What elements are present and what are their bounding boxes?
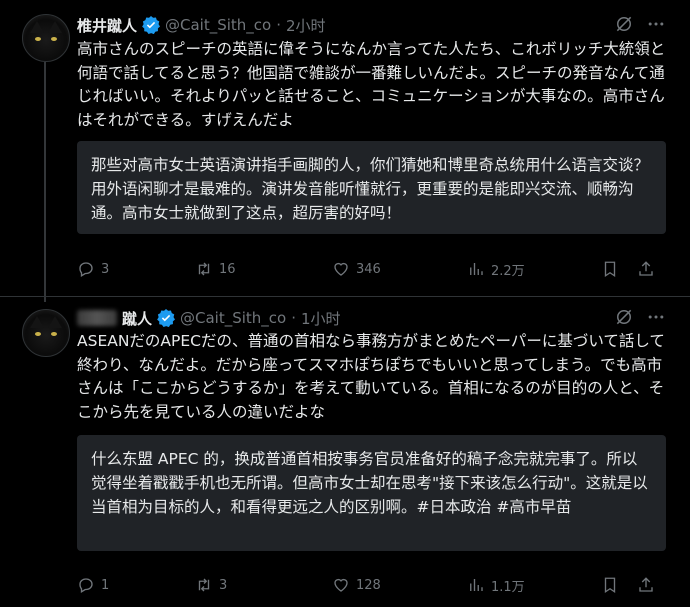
verified-badge-icon <box>157 309 176 327</box>
like-button[interactable]: 346 <box>332 260 467 278</box>
reply-count: 3 <box>101 261 110 277</box>
author-name[interactable]: 蹴人 <box>122 308 152 329</box>
author-handle[interactable]: @Cait_Sith_co <box>180 309 286 327</box>
like-count: 128 <box>356 577 381 593</box>
thread-line <box>44 62 46 302</box>
translation-box: 什么东盟 APEC 的，换成普通首相按事务官员准备好的稿子念完就完事了。所以觉得… <box>77 435 666 551</box>
like-count: 346 <box>356 261 381 277</box>
repost-icon <box>198 578 210 592</box>
repost-count: 16 <box>219 261 236 277</box>
avatar[interactable] <box>22 14 70 62</box>
share-icon[interactable] <box>637 576 655 594</box>
tweet-text: 高市さんのスピーチの英語に偉そうになんか言ってた人たち、これボリッチ大統領と何語… <box>77 40 666 129</box>
repost-button[interactable]: 16 <box>195 260 332 278</box>
reply-button[interactable]: 1 <box>77 576 195 594</box>
reply-count: 1 <box>101 577 110 593</box>
avatar[interactable] <box>22 309 70 357</box>
heart-icon <box>334 262 348 276</box>
share-icon[interactable] <box>637 260 655 278</box>
like-button[interactable]: 128 <box>332 576 467 594</box>
views-chart-icon <box>470 579 483 591</box>
views-chart-icon <box>470 263 483 275</box>
tweet-header: 椎井蹴人 @Cait_Sith_co · 2小时 <box>77 13 326 37</box>
bookmark-icon[interactable] <box>601 576 619 594</box>
verified-badge-icon <box>142 16 161 34</box>
more-options-icon[interactable] <box>646 14 666 34</box>
heart-icon <box>334 578 348 592</box>
reply-icon <box>79 262 93 277</box>
timestamp[interactable]: 2小时 <box>286 15 326 36</box>
tweet-2[interactable]: 蹴人 @Cait_Sith_co · 1小时 ASEANだのAPECだの、普通の… <box>0 295 690 607</box>
action-bar: 3 16 346 2.2万 <box>77 257 667 281</box>
more-options-icon[interactable] <box>646 307 666 327</box>
separator-dot: · <box>276 16 282 34</box>
translation-box: 那些对高市女士英语演讲指手画脚的人，你们猜她和博里奇总统用什么语言交谈？用外语闲… <box>77 141 666 234</box>
repost-count: 3 <box>219 577 228 593</box>
tweet-1[interactable]: 椎井蹴人 @Cait_Sith_co · 2小时 高市さんのスピーチの英語に偉そ… <box>0 0 690 302</box>
views-button[interactable]: 1.1万 <box>467 576 601 595</box>
repost-button[interactable]: 3 <box>195 576 332 594</box>
bookmark-icon[interactable] <box>601 260 619 278</box>
grok-icon[interactable] <box>614 14 634 34</box>
views-button[interactable]: 2.2万 <box>467 260 601 279</box>
author-name[interactable]: 椎井蹴人 <box>77 15 137 36</box>
views-count: 2.2万 <box>491 263 525 279</box>
action-bar: 1 3 128 1.1万 <box>77 573 667 597</box>
tweet-text: ASEANだのAPECだの、普通の首相なら事務方がまとめたペーパーに基づいて話し… <box>77 332 665 421</box>
separator-dot: · <box>291 309 297 327</box>
repost-icon <box>198 262 210 276</box>
reply-button[interactable]: 3 <box>77 260 195 278</box>
views-count: 1.1万 <box>491 579 525 595</box>
timestamp[interactable]: 1小时 <box>301 308 341 329</box>
tweet-header: 蹴人 @Cait_Sith_co · 1小时 <box>77 306 341 330</box>
author-handle[interactable]: @Cait_Sith_co <box>165 16 271 34</box>
grok-icon[interactable] <box>614 307 634 327</box>
reply-icon <box>79 578 93 593</box>
blurred-name-part <box>77 310 117 326</box>
